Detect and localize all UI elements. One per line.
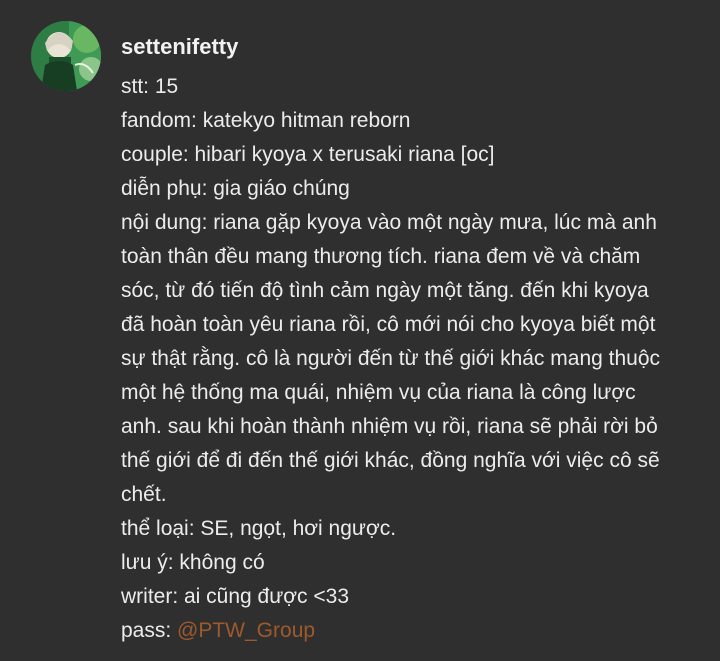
line-noi-dung-2: toàn thân đều mang thương tích. riana đe… — [121, 245, 641, 268]
line-pass: pass: @PTW_Group — [121, 614, 711, 648]
author-name[interactable]: settenifetty — [121, 33, 238, 61]
line-noi-dung-5: sự thật rằng. cô là người đến từ thế giớ… — [121, 347, 661, 370]
avatar-image — [31, 21, 101, 91]
line-fandom: fandom: katekyo hitman reborn — [121, 109, 411, 132]
line-dien-phu: diễn phụ: gia giáo chúng — [121, 177, 350, 200]
pass-mention-link[interactable]: @PTW_Group — [177, 619, 315, 642]
line-the-loai: thể loại: SE, ngọt, hơi ngược. — [121, 517, 397, 540]
line-luu-y: lưu ý: không có — [121, 551, 265, 574]
line-noi-dung-4: đã hoàn toàn yêu riana rồi, cô mới nói c… — [121, 313, 656, 336]
post-body: stt: 15 fandom: katekyo hitman reborn co… — [121, 70, 711, 648]
line-noi-dung-6: một hệ thống ma quái, nhiệm vụ của riana… — [121, 381, 636, 404]
line-noi-dung-8: thế giới để đi đến thế giới khác, đồng n… — [121, 449, 660, 472]
line-writer: writer: ai cũng được <33 — [121, 585, 350, 608]
post-card: settenifetty stt: 15 fandom: katekyo hit… — [0, 0, 720, 661]
line-noi-dung-3: sóc, từ đó tiến độ tình cảm ngày một tăn… — [121, 279, 649, 302]
avatar[interactable] — [31, 21, 101, 91]
line-noi-dung-1: nội dung: riana gặp kyoya vào một ngày m… — [121, 211, 657, 234]
pass-label: pass: — [121, 619, 178, 642]
line-couple: couple: hibari kyoya x terusaki riana [o… — [121, 143, 495, 166]
line-stt: stt: 15 — [121, 75, 179, 98]
line-noi-dung-9: chết. — [121, 483, 167, 506]
line-noi-dung-7: anh. sau khi hoàn thành nhiệm vụ rồi, ri… — [121, 415, 658, 438]
